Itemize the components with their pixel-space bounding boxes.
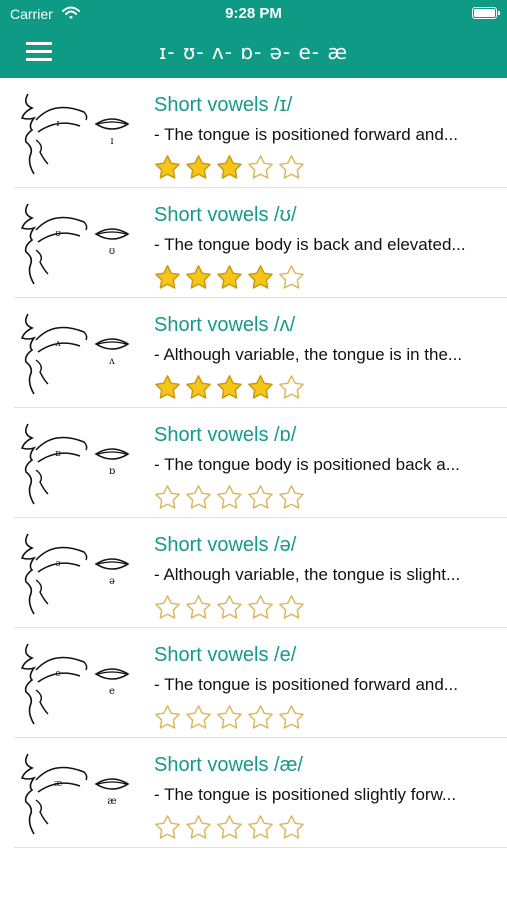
star-filled-icon[interactable] bbox=[214, 264, 245, 290]
star-empty-icon[interactable] bbox=[152, 484, 183, 510]
mouth-diagram-icon: əə bbox=[14, 530, 146, 616]
star-empty-icon[interactable] bbox=[214, 814, 245, 840]
star-rating[interactable] bbox=[152, 374, 307, 400]
item-description: - Although variable, the tongue is in th… bbox=[154, 345, 463, 364]
star-filled-icon[interactable] bbox=[214, 154, 245, 180]
star-empty-icon[interactable] bbox=[276, 154, 307, 180]
mouth-diagram-icon: ɪɪ bbox=[14, 90, 146, 176]
vowel-symbol: ɒ bbox=[55, 449, 61, 459]
star-filled-icon[interactable] bbox=[152, 374, 183, 400]
list-item[interactable]: ʌ ʌ Short vowels /ʌ/- Although variable, t… bbox=[0, 298, 507, 408]
item-title: Short vowels /ʊ/ bbox=[154, 204, 297, 226]
star-empty-icon[interactable] bbox=[276, 814, 307, 840]
item-title: Short vowels /e/ bbox=[154, 644, 297, 666]
vowel-symbol: ɪ bbox=[57, 119, 60, 129]
star-rating[interactable] bbox=[152, 154, 307, 180]
status-time: 9:28 PM bbox=[225, 5, 282, 22]
star-rating[interactable] bbox=[152, 484, 307, 510]
vowel-list[interactable]: ɪ ɪ Short vowels /ɪ/- The tongue is positi… bbox=[0, 78, 507, 848]
vowel-symbol: ə bbox=[109, 576, 115, 587]
status-bar: Carrier 9:28 PM bbox=[0, 0, 507, 28]
star-empty-icon[interactable] bbox=[214, 484, 245, 510]
vowel-symbol: e bbox=[109, 686, 115, 697]
item-title: Short vowels /ʌ/ bbox=[154, 314, 296, 336]
item-description: - The tongue is positioned slightly forw… bbox=[154, 785, 457, 804]
star-empty-icon[interactable] bbox=[152, 704, 183, 730]
item-title: Short vowels /ɒ/ bbox=[154, 424, 297, 446]
item-title: Short vowels /ɪ/ bbox=[154, 94, 293, 116]
item-title: Short vowels /ə/ bbox=[154, 534, 297, 556]
vowel-symbol: ɪ bbox=[110, 136, 113, 147]
star-rating[interactable] bbox=[152, 264, 307, 290]
mouth-diagram-icon: ʌʌ bbox=[14, 310, 146, 396]
star-filled-icon[interactable] bbox=[183, 264, 214, 290]
star-empty-icon[interactable] bbox=[245, 594, 276, 620]
mouth-diagram-icon: ʊʊ bbox=[14, 200, 146, 286]
vowel-symbol: æ bbox=[107, 796, 116, 807]
star-empty-icon[interactable] bbox=[183, 704, 214, 730]
star-filled-icon[interactable] bbox=[245, 374, 276, 400]
list-item[interactable]: e e Short vowels /e/- The tongue is positi… bbox=[0, 628, 507, 738]
item-description: - The tongue is positioned forward and..… bbox=[154, 125, 458, 144]
star-empty-icon[interactable] bbox=[245, 154, 276, 180]
star-filled-icon[interactable] bbox=[214, 374, 245, 400]
mouth-diagram-icon: ɒɒ bbox=[14, 420, 146, 506]
star-empty-icon[interactable] bbox=[183, 814, 214, 840]
star-empty-icon[interactable] bbox=[245, 814, 276, 840]
item-description: - The tongue body is positioned back a..… bbox=[154, 455, 460, 474]
item-description: - The tongue body is back and elevated..… bbox=[154, 235, 466, 254]
mouth-diagram-icon: ee bbox=[14, 640, 146, 726]
star-empty-icon[interactable] bbox=[214, 704, 245, 730]
item-description: - Although variable, the tongue is sligh… bbox=[154, 565, 461, 584]
star-empty-icon[interactable] bbox=[276, 374, 307, 400]
list-item[interactable]: ʊ ʊ Short vowels /ʊ/- The tongue body is b… bbox=[0, 188, 507, 298]
star-filled-icon[interactable] bbox=[152, 264, 183, 290]
star-empty-icon[interactable] bbox=[276, 484, 307, 510]
item-title: Short vowels /æ/ bbox=[154, 754, 303, 776]
vowel-symbol: ʊ bbox=[55, 229, 61, 239]
star-empty-icon[interactable] bbox=[183, 594, 214, 620]
mouth-diagram-icon: ææ bbox=[14, 750, 146, 836]
vowel-symbol: ʊ bbox=[109, 246, 115, 257]
star-empty-icon[interactable] bbox=[152, 594, 183, 620]
vowel-symbol: ʌ bbox=[54, 339, 61, 349]
star-filled-icon[interactable] bbox=[245, 264, 276, 290]
list-item[interactable]: ɪ ɪ Short vowels /ɪ/- The tongue is positi… bbox=[0, 78, 507, 188]
item-description: - The tongue is positioned forward and..… bbox=[154, 675, 458, 694]
nav-bar: ɪ- ʊ- ʌ- ɒ- ə- e- æ bbox=[0, 28, 507, 78]
star-empty-icon[interactable] bbox=[183, 484, 214, 510]
star-filled-icon[interactable] bbox=[152, 154, 183, 180]
nav-title: ɪ- ʊ- ʌ- ɒ- ə- e- æ bbox=[158, 40, 348, 64]
star-empty-icon[interactable] bbox=[245, 484, 276, 510]
star-rating[interactable] bbox=[152, 814, 307, 840]
star-empty-icon[interactable] bbox=[214, 594, 245, 620]
list-item[interactable]: æ æ Short vowels /æ/- The tongue is positi… bbox=[0, 738, 507, 848]
star-empty-icon[interactable] bbox=[276, 264, 307, 290]
vowel-symbol: æ bbox=[54, 779, 62, 789]
star-empty-icon[interactable] bbox=[245, 704, 276, 730]
star-filled-icon[interactable] bbox=[183, 374, 214, 400]
star-filled-icon[interactable] bbox=[183, 154, 214, 180]
vowel-symbol: ɒ bbox=[109, 466, 116, 477]
vowel-symbol: ʌ bbox=[108, 356, 115, 367]
star-empty-icon[interactable] bbox=[276, 594, 307, 620]
star-rating[interactable] bbox=[152, 594, 307, 620]
list-item[interactable]: ə ə Short vowels /ə/- Although variable, t… bbox=[0, 518, 507, 628]
row-divider bbox=[14, 847, 507, 848]
vowel-symbol: ə bbox=[55, 559, 60, 569]
star-empty-icon[interactable] bbox=[276, 704, 307, 730]
star-rating[interactable] bbox=[152, 704, 307, 730]
vowel-symbol: e bbox=[55, 669, 60, 679]
battery-icon bbox=[472, 7, 500, 19]
list-item[interactable]: ɒ ɒ Short vowels /ɒ/- The tongue body is p… bbox=[0, 408, 507, 518]
star-empty-icon[interactable] bbox=[152, 814, 183, 840]
